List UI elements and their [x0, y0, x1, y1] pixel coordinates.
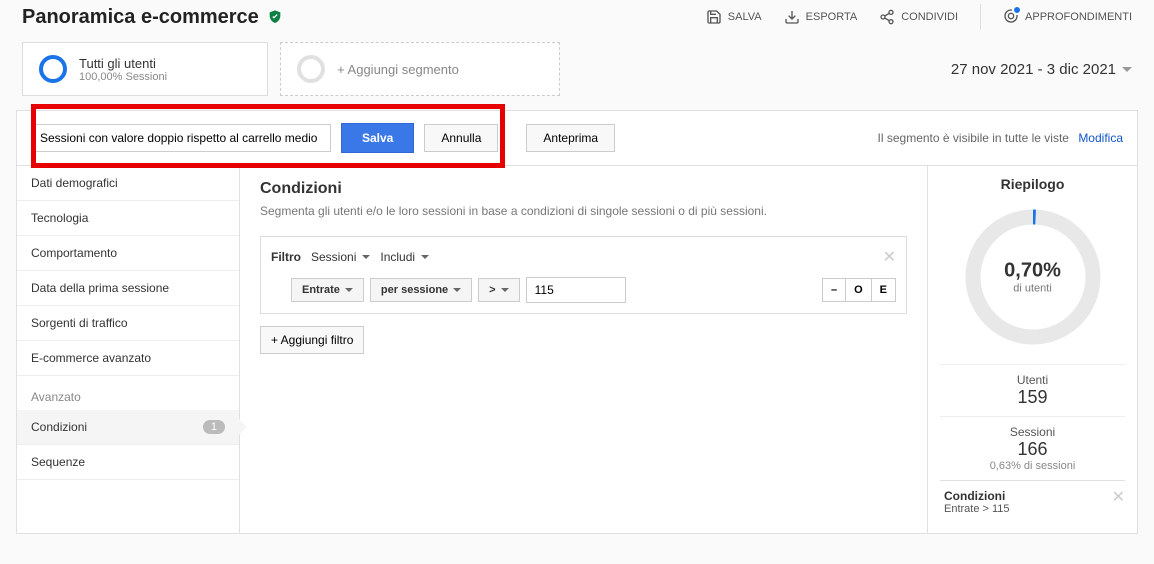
save-icon — [706, 9, 722, 25]
preview-button[interactable]: Anteprima — [526, 124, 615, 152]
builder-toolbar: Salva Annulla Anteprima Il segmento è vi… — [17, 111, 1137, 166]
sidebar-item-ecommerce[interactable]: E-commerce avanzato — [17, 341, 239, 376]
logic-buttons: – O E — [822, 278, 896, 302]
filter-header-row: Filtro Sessioni Includi ✕ — [271, 247, 896, 267]
chevron-down-icon — [362, 255, 370, 259]
sidebar-item-technology[interactable]: Tecnologia — [17, 201, 239, 236]
insights-action[interactable]: APPROFONDIMENTI — [1003, 8, 1132, 27]
metric-sessions: Sessioni 166 0,63% di sessioni — [940, 416, 1125, 480]
summary-panel: Riepilogo 0,70% di utenti Utenti 159 Ses… — [927, 166, 1137, 533]
insights-icon — [1003, 8, 1019, 27]
chevron-down-icon — [345, 288, 353, 292]
builder-sidebar: Dati demografici Tecnologia Comportament… — [17, 166, 240, 533]
summary-donut: 0,70% di utenti — [958, 202, 1108, 352]
header-actions: SALVA ESPORTA CONDIVIDI APPROFONDIMENTI — [706, 4, 1132, 30]
sidebar-item-traffic-sources[interactable]: Sorgenti di traffico — [17, 306, 239, 341]
conditions-editor: Condizioni Segmenta gli utenti e/o le lo… — [240, 166, 927, 533]
sidebar-item-first-session[interactable]: Data della prima sessione — [17, 271, 239, 306]
export-action[interactable]: ESPORTA — [784, 9, 858, 25]
conditions-count-badge: 1 — [203, 420, 225, 434]
add-segment-circle-icon — [297, 55, 325, 83]
include-dropdown[interactable]: Includi — [380, 248, 429, 266]
metric-dropdown[interactable]: Entrate — [291, 278, 364, 302]
export-icon — [784, 9, 800, 25]
visibility-text: Il segmento è visibile in tutte le viste… — [878, 131, 1123, 145]
sidebar-item-behavior[interactable]: Comportamento — [17, 236, 239, 271]
page-title: Panoramica e-commerce — [22, 6, 259, 29]
divider — [980, 4, 981, 30]
remove-summary-condition-icon[interactable]: ✕ — [1112, 487, 1125, 507]
chevron-down-icon — [501, 288, 509, 292]
segment-label: Tutti gli utenti 100,00% Sessioni — [79, 56, 167, 83]
sidebar-section-advanced: Avanzato — [17, 376, 239, 410]
metric-users: Utenti 159 — [940, 364, 1125, 416]
edit-visibility-link[interactable]: Modifica — [1078, 131, 1123, 145]
per-dropdown[interactable]: per sessione — [370, 278, 472, 302]
add-segment[interactable]: + Aggiungi segmento — [280, 42, 560, 96]
segment-primary[interactable]: Tutti gli utenti 100,00% Sessioni — [22, 42, 268, 96]
share-icon — [879, 9, 895, 25]
sidebar-item-demographics[interactable]: Dati demografici — [17, 166, 239, 201]
sidebar-item-sequences[interactable]: Sequenze — [17, 445, 239, 480]
operator-dropdown[interactable]: > — [478, 278, 519, 302]
builder-body: Dati demografici Tecnologia Comportament… — [17, 166, 1137, 533]
summary-title: Riepilogo — [940, 176, 1125, 192]
scope-dropdown[interactable]: Sessioni — [311, 248, 370, 266]
cancel-button[interactable]: Annulla — [424, 124, 498, 152]
summary-conditions: Condizioni Entrate > 115 ✕ — [940, 480, 1125, 523]
remove-condition-button[interactable]: – — [822, 278, 846, 302]
save-button[interactable]: Salva — [341, 123, 414, 153]
segment-row: Tutti gli utenti 100,00% Sessioni + Aggi… — [0, 30, 1154, 110]
sidebar-item-conditions[interactable]: Condizioni 1 — [17, 410, 239, 445]
page-header: Panoramica e-commerce SALVA ESPORTA COND… — [0, 0, 1154, 30]
segment-builder-panel: Salva Annulla Anteprima Il segmento è vi… — [16, 110, 1138, 534]
save-action[interactable]: SALVA — [706, 9, 762, 25]
verified-shield-icon — [267, 9, 283, 25]
value-input[interactable] — [526, 277, 626, 303]
conditions-title: Condizioni — [260, 180, 907, 198]
add-filter-button[interactable]: + Aggiungi filtro — [260, 326, 364, 354]
chevron-down-icon — [1122, 67, 1132, 72]
chevron-down-icon — [453, 288, 461, 292]
filter-label: Filtro — [271, 250, 301, 264]
conditions-description: Segmenta gli utenti e/o le loro sessioni… — [260, 204, 907, 218]
date-range-picker[interactable]: 27 nov 2021 - 3 dic 2021 — [951, 61, 1132, 78]
segment-circle-icon — [39, 55, 67, 83]
filter-block: Filtro Sessioni Includi ✕ Entrate — [260, 236, 907, 314]
summary-percent: 0,70% — [1004, 260, 1061, 283]
remove-filter-icon[interactable]: ✕ — [883, 247, 896, 267]
and-button[interactable]: E — [872, 278, 896, 302]
segment-name-input[interactable] — [31, 124, 331, 152]
header-left: Panoramica e-commerce — [22, 6, 283, 29]
summary-percent-label: di utenti — [1004, 283, 1061, 295]
filter-condition-row: Entrate per sessione > – O — [271, 277, 896, 303]
share-action[interactable]: CONDIVIDI — [879, 9, 958, 25]
chevron-down-icon — [421, 255, 429, 259]
or-button[interactable]: O — [846, 278, 872, 302]
